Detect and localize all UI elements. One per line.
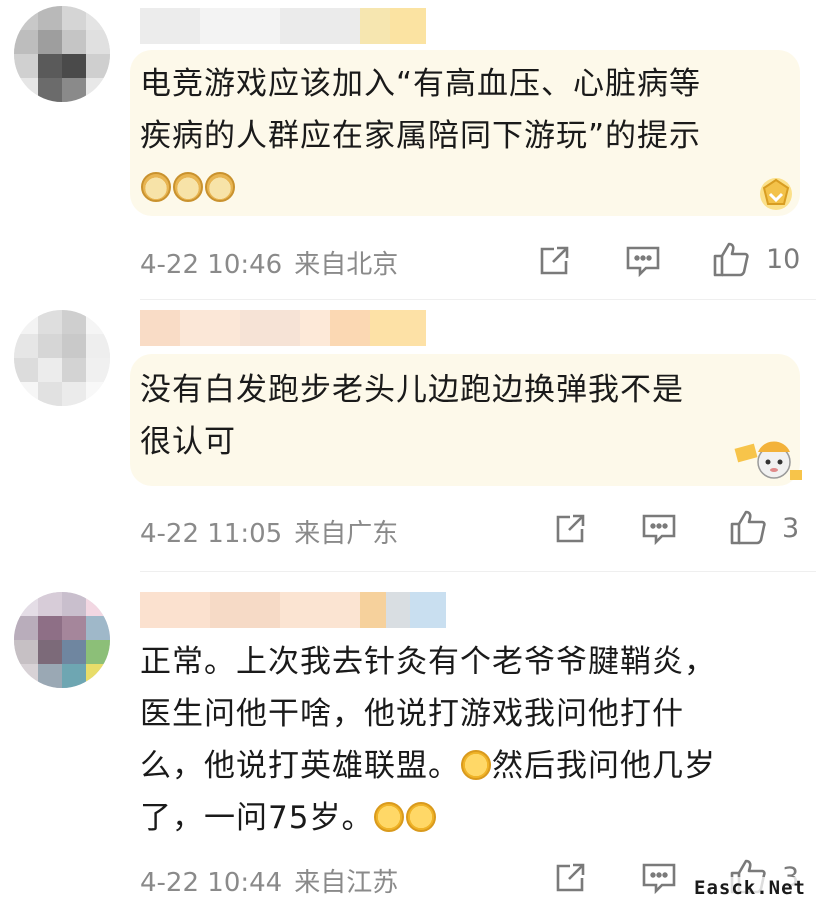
share-icon — [540, 246, 569, 275]
like-count: 3 — [782, 513, 800, 544]
share-icon — [556, 514, 585, 543]
username-blurred[interactable] — [140, 8, 430, 44]
comment-button[interactable] — [625, 244, 661, 278]
comment-meta: 4-22 10:44 来自江苏 — [140, 862, 398, 899]
like-button[interactable] — [712, 240, 750, 278]
comment-text: 没有白发跑步老头儿边跑边换弹我不是 很认可 — [140, 372, 684, 460]
avatar[interactable] — [14, 6, 110, 102]
comment-meta: 4-22 11:05 来自广东 — [140, 513, 398, 550]
comment-item: 正常。上次我去针灸有个老爷爷腱鞘炎， 医生问他干啥，他说打游戏我问他打什 么，他… — [0, 572, 816, 905]
share-button[interactable] — [537, 244, 571, 278]
comment-icon — [626, 246, 660, 278]
mascot-sticker-icon — [734, 441, 802, 480]
crown-badge-icon — [760, 178, 792, 210]
watermark: Easck.Net — [688, 877, 812, 899]
laugh-cry-emoji-icon — [406, 802, 437, 832]
laugh-cry-emoji-icon — [374, 802, 405, 832]
comment-date: 4-22 10:44 — [140, 868, 283, 898]
share-icon — [556, 863, 585, 892]
like-button[interactable] — [729, 508, 767, 546]
username-blurred[interactable] — [140, 592, 450, 628]
like-count: 10 — [766, 244, 801, 275]
doge-emoji-icon — [173, 172, 203, 202]
share-button[interactable] — [553, 861, 587, 895]
doge-emoji-icon — [141, 172, 171, 202]
comment-location: 来自江苏 — [294, 868, 399, 898]
emoji-row — [140, 162, 701, 214]
comment-date: 4-22 10:46 — [140, 250, 283, 280]
thumbs-up-icon — [713, 242, 749, 277]
comment-date: 4-22 11:05 — [140, 519, 283, 549]
comment-text: 电竞游戏应该加入“有高血压、心脏病等 疾病的人群应在家属陪同下游玩”的提示 — [140, 58, 701, 214]
share-button[interactable] — [553, 512, 587, 546]
avatar[interactable] — [14, 592, 110, 688]
doge-emoji-icon — [205, 172, 235, 202]
comment-button[interactable] — [641, 861, 677, 895]
comment-item: 电竞游戏应该加入“有高血压、心脏病等 疾病的人群应在家属陪同下游玩”的提示 4-… — [0, 0, 816, 300]
comment-location: 来自广东 — [294, 519, 399, 549]
comment-icon — [642, 863, 676, 895]
laugh-cry-emoji-icon — [461, 750, 491, 780]
comment-icon — [642, 514, 676, 546]
comment-button[interactable] — [641, 512, 677, 546]
avatar[interactable] — [14, 310, 110, 406]
comment-item: 没有白发跑步老头儿边跑边换弹我不是 很认可 4-22 11:05 来自广东 3 — [0, 300, 816, 570]
username-blurred[interactable] — [140, 310, 430, 346]
thumbs-up-icon — [730, 510, 766, 545]
comment-meta: 4-22 10:46 来自北京 — [140, 244, 398, 281]
comment-text: 正常。上次我去针灸有个老爷爷腱鞘炎， 医生问他干啥，他说打游戏我问他打什 么，他… — [140, 644, 716, 836]
comment-location: 来自北京 — [294, 250, 399, 280]
